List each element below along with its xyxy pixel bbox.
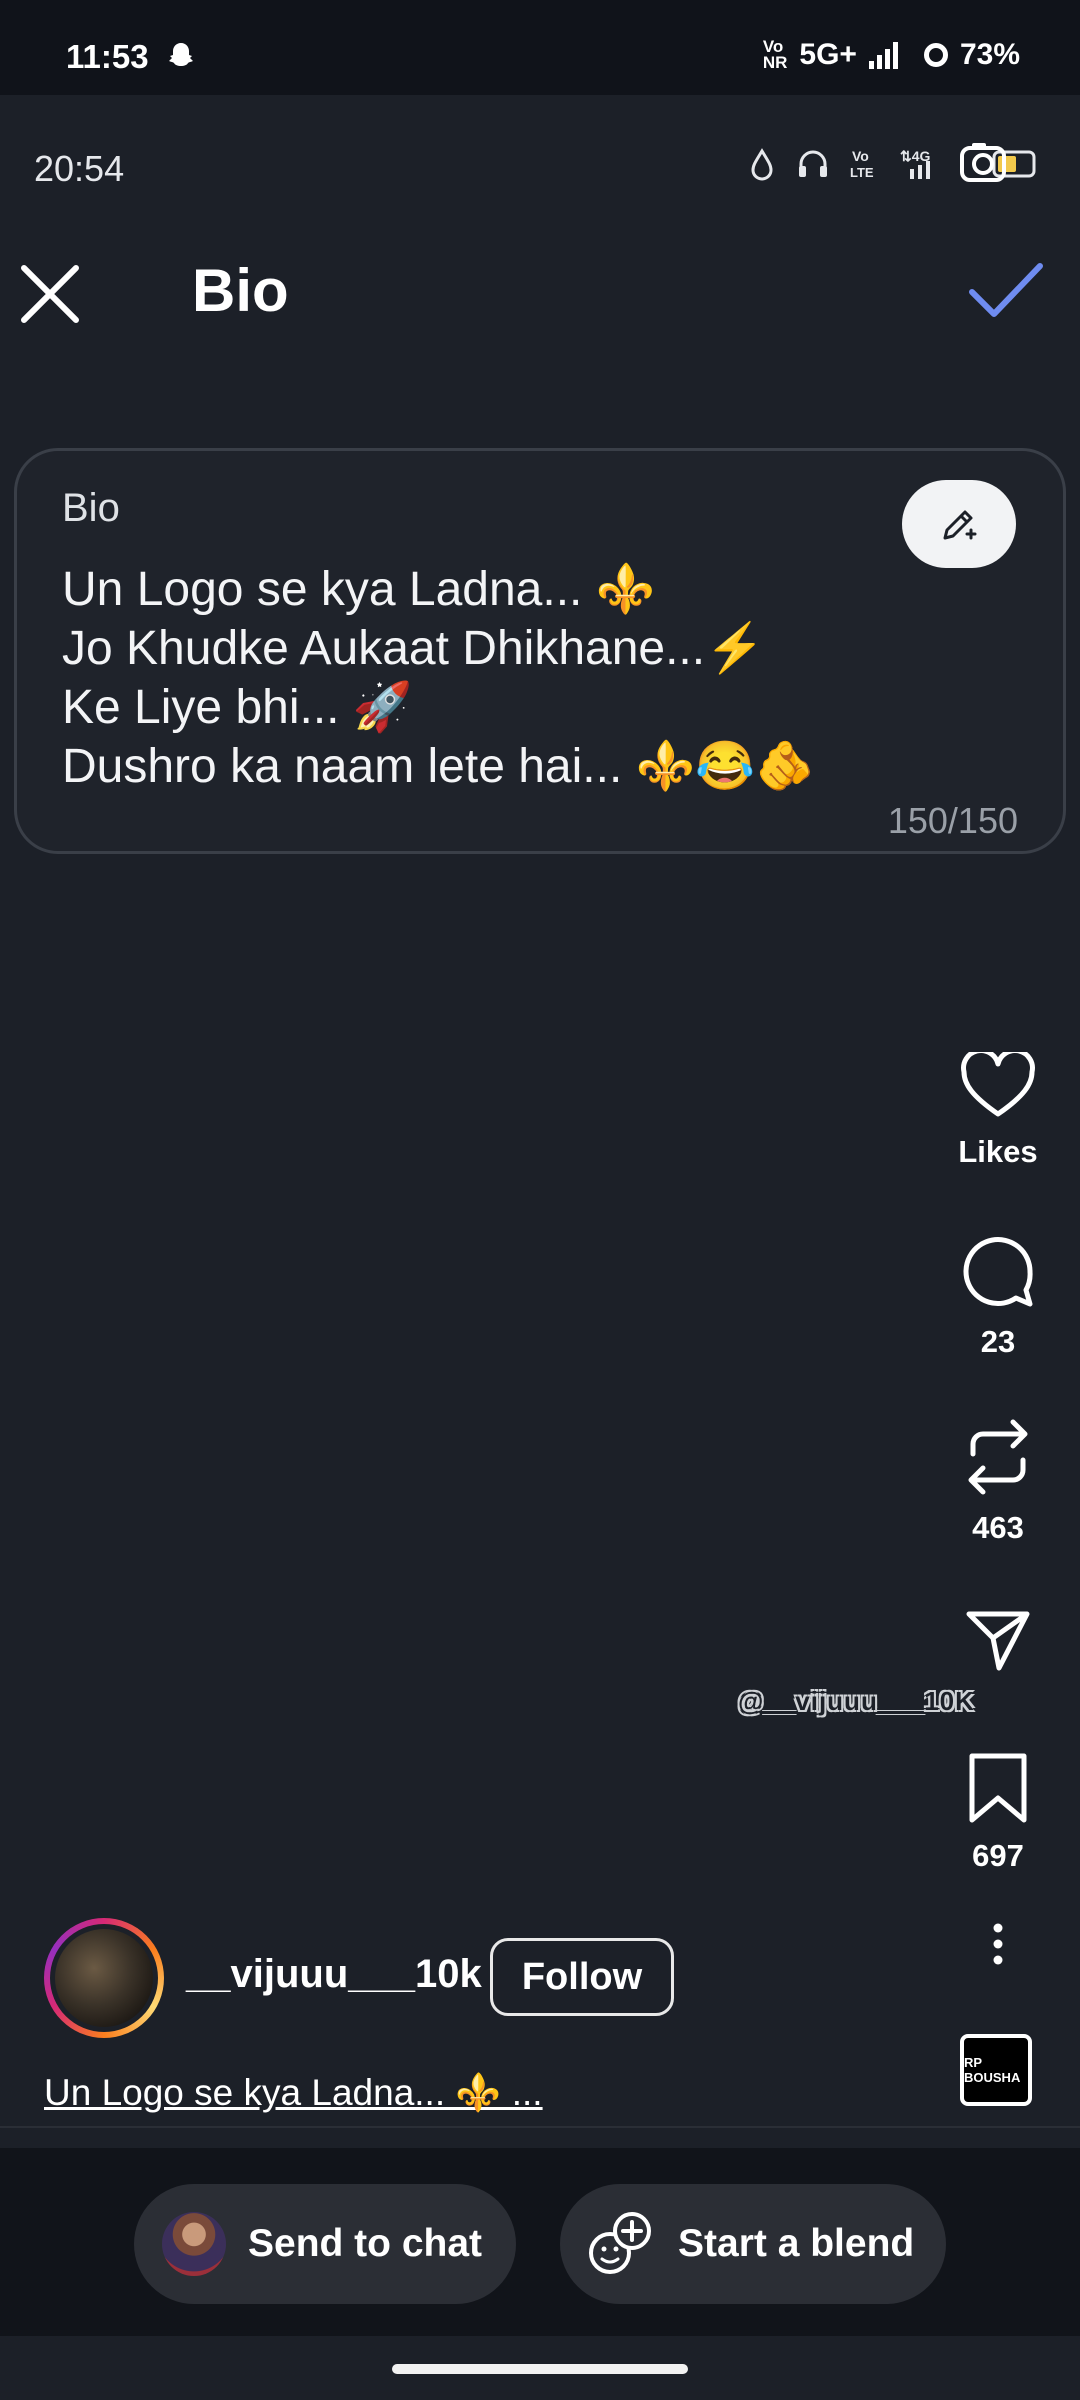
chat-avatar [162,2212,226,2276]
blend-icon [589,2212,651,2274]
audio-thumb-text: RP BOUSHA [964,2055,1021,2085]
repost-icon [968,1419,1028,1495]
heart-icon [961,1052,1035,1117]
camera-battery-icon [960,143,1036,182]
headphones-icon [799,150,827,177]
pencil-sparkle-icon [943,510,977,540]
send-to-chat-button[interactable]: Send to chat [134,2184,516,2304]
comment-bubble-icon [963,1237,1033,1307]
volte-indicator: Vo NR [762,37,788,72]
comments-count: 23 [980,1324,1016,1359]
water-drop-icon [751,148,773,181]
home-indicator[interactable] [392,2364,688,2374]
svg-text:Vo: Vo [852,148,869,164]
video-watermark: @__vijuuu___10K [738,1686,975,1716]
edit-bio-button[interactable] [902,480,1016,568]
status-right-cluster: Vo NR 5G+ 73% [763,38,1020,72]
post-caption[interactable]: Un Logo se kya Ladna... ⚜️ ... [44,2072,543,2115]
bio-character-count: 150/150 [887,800,1018,841]
signal-icon [868,41,898,69]
comment-action[interactable]: 23 [928,1236,1068,1360]
start-blend-button[interactable]: Start a blend [560,2184,946,2304]
send-paper-plane-icon [966,1611,1030,1671]
audio-thumbnail[interactable]: RP BOUSHA [960,2034,1032,2106]
battery-percent: 73% [959,38,1020,71]
snapchat-icon [169,43,193,66]
close-icon[interactable] [18,262,82,326]
more-vertical-icon [993,1923,1003,1965]
save-action[interactable]: 697 [928,1752,1068,1874]
saves-count: 697 [972,1838,1024,1873]
more-options-button[interactable] [928,1922,1068,1966]
author-username[interactable]: __vijuuu___10k [186,1952,482,1997]
author-avatar[interactable] [44,1918,164,2038]
confirm-check-icon[interactable] [968,258,1044,322]
divider [0,2126,1080,2128]
inner-status-time: 20:54 [34,148,125,189]
share-action[interactable] [928,1608,1068,1672]
like-action[interactable]: Likes [928,1052,1068,1170]
status-time: 11:53 [66,38,149,75]
page-title: Bio [192,257,289,324]
network-type: 5G+ [799,38,857,71]
bookmark-icon [969,1753,1027,1823]
battery-ring-icon [923,43,948,67]
likes-label: Likes [958,1134,1038,1169]
repost-action[interactable]: 463 [928,1418,1068,1546]
bio-text[interactable]: Un Logo se kya Ladna... ⚜️ Jo Khudke Auk… [62,560,815,796]
svg-text:LTE: LTE [850,165,874,180]
volte-icon: VoLTE [850,148,874,180]
bio-field-label: Bio [62,486,120,530]
svg-text:⇅4G: ⇅4G [900,148,931,164]
4g-signal-icon: ⇅4G [900,148,931,179]
send-to-chat-label: Send to chat [248,2222,483,2265]
inner-status-icons: Vo LTE ⇅4G [748,140,1040,188]
reposts-count: 463 [972,1510,1024,1545]
start-blend-label: Start a blend [678,2222,915,2265]
follow-button[interactable]: Follow [490,1938,674,2016]
